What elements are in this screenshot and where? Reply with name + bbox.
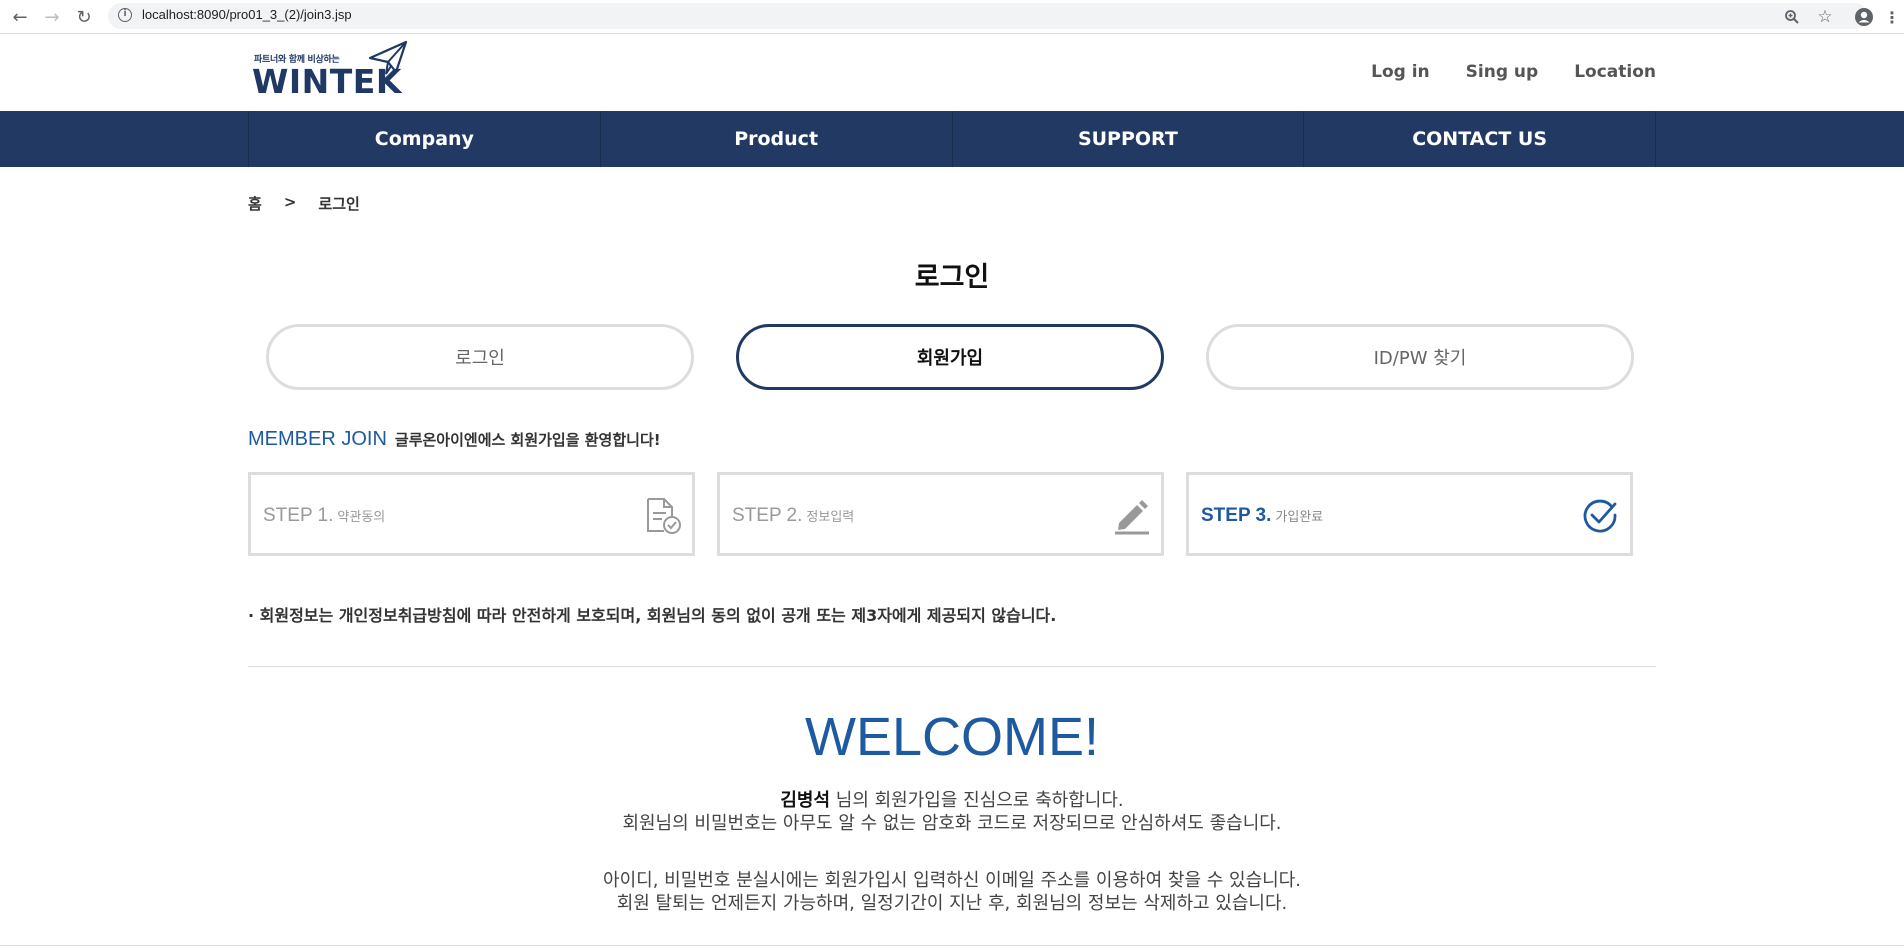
step-1-box: STEP 1. 약관동의 — [248, 472, 695, 556]
nav-item-company[interactable]: Company — [249, 111, 601, 167]
step-3-box: STEP 3. 가입완료 — [1186, 472, 1633, 556]
section-divider — [248, 666, 1656, 667]
step-3-label: STEP 3. — [1201, 505, 1272, 526]
welcome-line-2: 회원님의 비밀번호는 아무도 알 수 없는 암호화 코드로 저장되므로 안심하셔… — [622, 813, 1282, 834]
page-title: 로그인 — [914, 262, 990, 293]
member-join-heading: MEMBER JOIN 글루온아이엔에스 회원가입을 환영합니다! — [248, 428, 661, 451]
tab-join[interactable]: 회원가입 — [736, 324, 1164, 390]
address-bar[interactable] — [108, 3, 1868, 29]
welcome-line-1-text: 님의 회원가입을 진심으로 축하합니다. — [830, 790, 1124, 811]
browser-toolbar: ← → ↻ i localhost:8090/pro01_3_(2)/join3… — [0, 0, 1904, 34]
step-1-desc: 약관동의 — [337, 509, 386, 524]
url-text[interactable]: localhost:8090/pro01_3_(2)/join3.jsp — [142, 7, 352, 22]
login-link[interactable]: Log in — [1371, 62, 1430, 82]
breadcrumb-current: 로그인 — [318, 195, 360, 213]
back-arrow-icon[interactable]: ← — [8, 5, 32, 29]
nav-item-support[interactable]: SUPPORT — [953, 111, 1305, 167]
member-join-title: MEMBER JOIN — [248, 428, 387, 450]
join-steps: STEP 1. 약관동의 STEP 2. 정보입력 STEP 3. 가입완료 — [248, 472, 1634, 556]
zoom-icon[interactable] — [1780, 5, 1804, 29]
breadcrumb-home[interactable]: 홈 — [248, 193, 262, 214]
pencil-icon — [1115, 500, 1149, 535]
breadcrumb: 홈 > 로그인 — [248, 193, 360, 214]
site-info-icon[interactable]: i — [118, 8, 132, 22]
member-tabs: 로그인 회원가입 ID/PW 찾기 — [266, 324, 1634, 390]
step-2-label: STEP 2. — [732, 505, 803, 526]
location-link[interactable]: Location — [1574, 62, 1656, 82]
privacy-notice: · 회원정보는 개인정보취급방침에 따라 안전하게 보호되며, 회원님의 동의 … — [248, 606, 1057, 625]
welcome-line-4: 회원 탈퇴는 언제든지 가능하며, 일정기간이 지난 후, 회원님의 정보는 삭… — [616, 893, 1288, 914]
nav-item-contact-us[interactable]: CONTACT US — [1304, 111, 1656, 167]
nav-item-product[interactable]: Product — [601, 111, 953, 167]
menu-kebab-icon[interactable]: ⋮ — [1880, 5, 1904, 29]
document-check-icon — [647, 498, 681, 534]
member-join-subtitle: 글루온아이엔에스 회원가입을 환영합니다! — [394, 431, 661, 449]
reload-icon[interactable]: ↻ — [72, 5, 96, 29]
paper-plane-icon — [368, 40, 408, 75]
welcome-title: WELCOME! — [804, 707, 1100, 767]
forward-arrow-icon[interactable]: → — [40, 5, 64, 29]
breadcrumb-separator: > — [283, 193, 297, 211]
tab-login[interactable]: 로그인 — [266, 324, 694, 390]
step-1-label: STEP 1. — [263, 505, 334, 526]
step-2-box: STEP 2. 정보입력 — [717, 472, 1164, 556]
signup-link[interactable]: Sing up — [1466, 62, 1539, 82]
main-navigation: Company Product SUPPORT CONTACT US — [0, 111, 1904, 167]
wintek-logo[interactable]: 파트너와 함께 비상하는 WINTEK — [252, 40, 408, 101]
footer-divider — [0, 945, 1904, 946]
top-links: Log in Sing up Location — [1371, 62, 1656, 82]
profile-icon[interactable] — [1852, 5, 1876, 29]
check-circle-icon — [1583, 499, 1617, 533]
tab-find-id-pw[interactable]: ID/PW 찾기 — [1206, 324, 1634, 390]
step-2-desc: 정보입력 — [806, 509, 855, 524]
welcome-user-name: 김병석 — [780, 790, 831, 811]
bookmark-star-icon[interactable]: ☆ — [1813, 5, 1837, 29]
step-3-desc: 가입완료 — [1275, 509, 1324, 524]
